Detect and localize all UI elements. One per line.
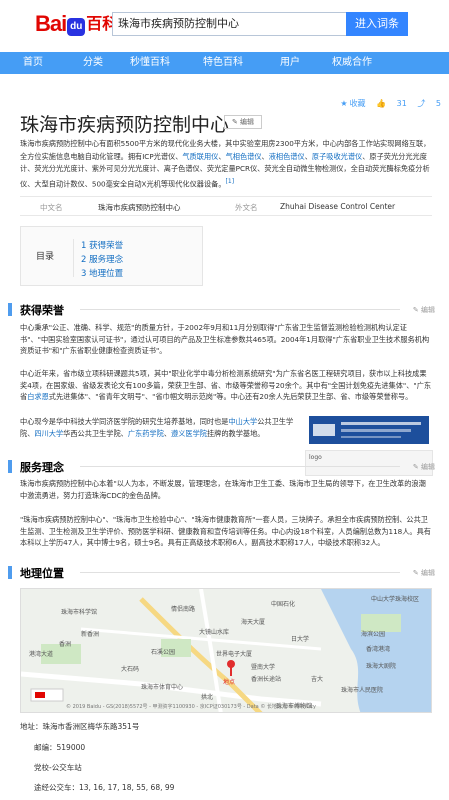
link-aas[interactable]: 原子吸收光谱仪 (312, 152, 362, 161)
baike-logo[interactable]: Bai du 百科 (35, 10, 118, 37)
section-edit-button[interactable]: ✎ 编辑 (413, 568, 435, 578)
header: Bai du 百科 珠海市疾病预防控制中心 进入词条 (0, 0, 449, 50)
summary-paragraph: 珠海市疾病预防控制中心有面积5500平方米的现代化业务大楼，其中实验室用房230… (20, 139, 431, 188)
map-label: 海滨公园 (361, 631, 386, 638)
toc-item-honors[interactable]: 1 获得荣誉 (81, 239, 123, 251)
entry-actions: ★ 收藏 👍 31 ⤴ 5 (332, 98, 441, 109)
table-of-contents: 目录 1 获得荣誉 2 服务理念 3 地理位置 (20, 226, 203, 286)
section-divider (80, 309, 400, 310)
toc-item-service[interactable]: 2 服务理念 (81, 253, 123, 265)
map-label: 拱北 (201, 694, 214, 701)
map-label: 中国石化 (271, 601, 296, 608)
map-label: 香洲长途站 (251, 676, 282, 683)
map-label: 吉大 (311, 676, 324, 683)
favorite-button[interactable]: 收藏 (350, 99, 366, 108)
section-bar (8, 303, 12, 316)
section-edit-button[interactable]: ✎ 编辑 (413, 462, 435, 472)
nav-item-special[interactable]: 特色百科 (195, 52, 251, 74)
link-gdpu[interactable]: 广东药学院 (128, 429, 164, 438)
map-copyright: © 2019 Baidu - GS(2018)5572号 - 甲测资字11009… (66, 704, 316, 710)
honors-paragraph-3: 中心现今是华中科技大学同济医学院的研究生培养基地，同时也是中山大学公共卫生学院、… (20, 417, 294, 438)
map-label: 大镜山水库 (199, 629, 230, 636)
map-pin-label: 地点 (223, 679, 236, 686)
link-zmc[interactable]: 遵义医学院 (171, 429, 207, 438)
cn-name-value: 珠海市疾病预防控制中心 (98, 203, 181, 212)
map-label: 世界电子大厦 (216, 651, 253, 658)
postcode-row: 邮编：519000 (34, 743, 86, 752)
map-label: 珠海市体育中心 (141, 684, 184, 691)
enter-entry-button[interactable]: 进入词条 (346, 12, 408, 36)
search-input[interactable]: 珠海市疾病预防控制中心 (112, 12, 346, 36)
like-button[interactable]: 👍 31 (376, 99, 407, 108)
link-sysu[interactable]: 中山大学 (228, 417, 257, 426)
section-divider (80, 466, 400, 467)
map-label: 珠海市人民医院 (341, 687, 384, 694)
building-sign-graphic (305, 410, 433, 450)
section-bar (8, 566, 12, 579)
nav-item-partner[interactable]: 权威合作 (322, 52, 382, 74)
link-bethune[interactable]: 白求恩 (27, 392, 49, 401)
nearby-stop: 党校-公交车站 (34, 763, 82, 772)
section-divider (80, 572, 400, 573)
map-label: 香湾港湾 (366, 646, 391, 653)
page-title: 珠海市疾病预防控制中心 (20, 114, 230, 136)
map-label: 香洲 (59, 641, 72, 648)
map-label: 石溪公园 (151, 649, 176, 656)
paw-icon: du (67, 18, 86, 36)
map-label: 珠海大剧院 (366, 663, 397, 670)
share-button[interactable]: ⤴ 5 (417, 99, 441, 108)
basic-info: 中文名 珠海市疾病预防控制中心 外文名 Zhuhai Disease Contr… (20, 196, 432, 216)
foreign-name-value: Zhuhai Disease Control Center (280, 202, 396, 211)
pencil-icon: ✎ (231, 118, 238, 126)
service-paragraph-1: 珠海市疾病预防控制中心本着"以人为本，不断发展，管理理念，在珠海市卫生工委、珠海… (20, 479, 426, 500)
nav-item-home[interactable]: 首页 (10, 52, 56, 74)
map-label: 珠海市科学馆 (61, 609, 98, 616)
toc-item-location[interactable]: 3 地理位置 (81, 267, 123, 279)
toc-label: 目录 (36, 252, 55, 262)
link-gc[interactable]: 气相色谱仪 (226, 152, 262, 161)
cn-name-label: 中文名 (40, 203, 63, 212)
link-scu[interactable]: 四川大学 (34, 429, 63, 438)
map-label: 新香洲 (81, 631, 100, 638)
section-edit-button[interactable]: ✎ 编辑 (413, 305, 435, 315)
foreign-name-label: 外文名 (235, 203, 258, 212)
section-title-service: 服务理念 (20, 461, 64, 474)
nav-item-user[interactable]: 用户 (270, 52, 310, 74)
map-label: 海天大厦 (241, 619, 266, 626)
map-label: 情侣南路 (171, 606, 196, 613)
map-label: 港湾大道 (29, 651, 54, 658)
edit-button[interactable]: ✎ 编辑 (224, 115, 262, 129)
link-gcms[interactable]: 气质联用仪 (182, 152, 218, 161)
section-title-honors: 获得荣誉 (20, 304, 64, 317)
toc-divider (73, 239, 74, 277)
reference-link[interactable]: [1] (226, 178, 235, 185)
main-nav: 首页 分类 秒懂百科 特色百科 用户 权威合作 (0, 52, 449, 74)
map-label: 日大学 (291, 636, 310, 643)
map-label: 中山大学珠海校区 (371, 596, 420, 603)
address-row: 地址：珠海市香洲区梅华东路351号 (20, 722, 140, 731)
service-paragraph-2: "珠海市疾病预防控制中心"、"珠海市卫生检验中心"、"珠海市健康教育所"一套人员… (20, 515, 431, 547)
location-map[interactable]: 珠海市科学馆 新香洲 香洲 港湾大道 石溪公园 珠海市体育中心 情侣南路 珠海市… (20, 588, 432, 713)
link-lc[interactable]: 液相色谱仪 (269, 152, 305, 161)
star-icon[interactable]: ★ (340, 99, 347, 108)
nav-item-category[interactable]: 分类 (70, 52, 116, 74)
center-photo[interactable] (305, 410, 433, 450)
section-bar (8, 460, 12, 473)
map-label: 暨南大学 (251, 664, 276, 671)
bus-row: 途经公交车：13, 16, 17, 18, 55, 68, 99 (34, 783, 175, 792)
section-title-location: 地理位置 (20, 567, 64, 580)
nav-item-video[interactable]: 秒懂百科 (122, 52, 178, 74)
map-label: 大石码 (121, 666, 140, 673)
honors-paragraph-2: 中心近年来，省市级立项科研课题共5项，其中"职业化学中毒分析检测系统研究"为广东… (20, 369, 432, 401)
honors-paragraph-1: 中心秉承"公正、准确、科学、规范"的质量方针，于2002年9月和11月分别取得"… (20, 323, 430, 355)
